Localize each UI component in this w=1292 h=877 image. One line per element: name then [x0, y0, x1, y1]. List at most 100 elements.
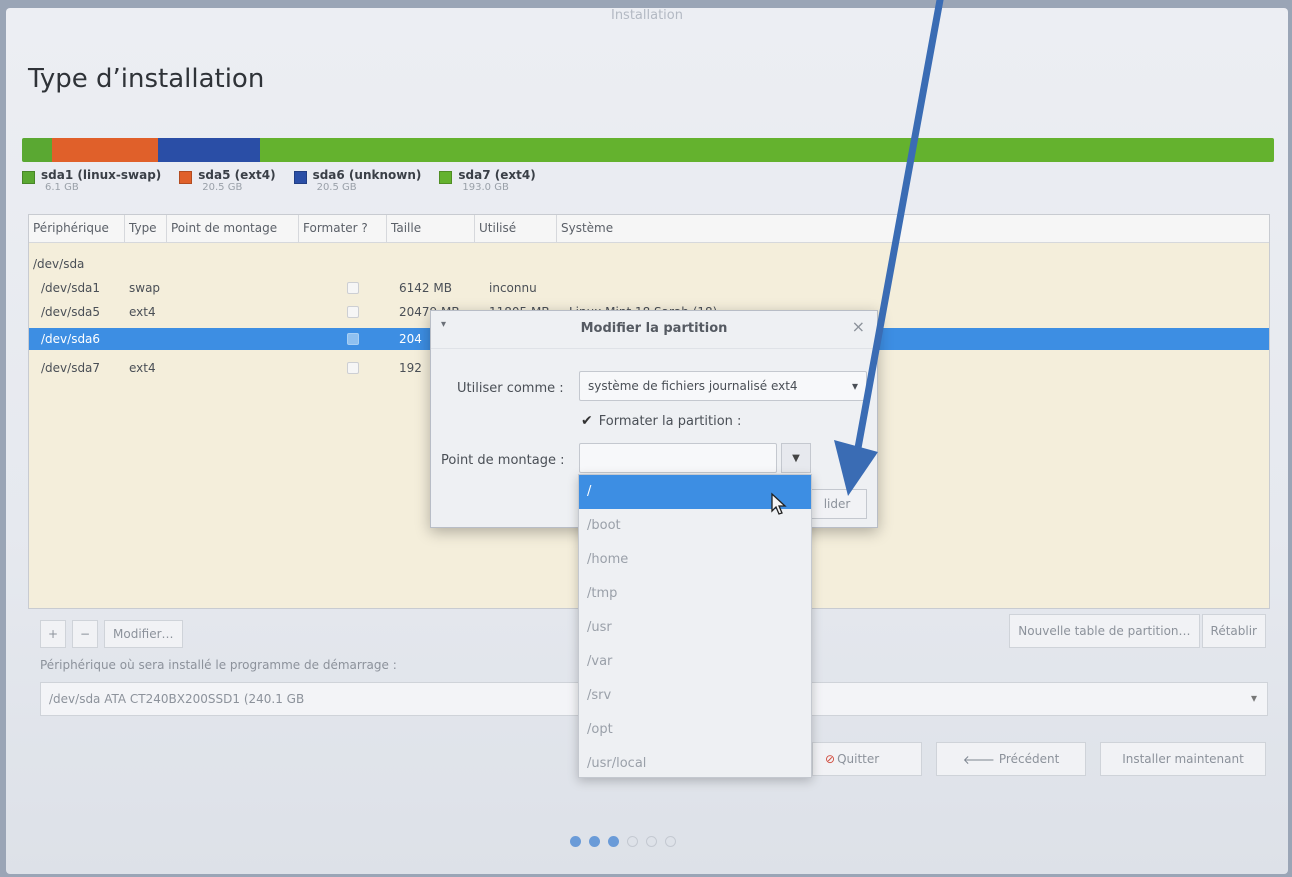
use-as-select[interactable]: système de fichiers journalisé ext4 ▾: [579, 371, 867, 401]
progress-dot-pending: [646, 836, 657, 847]
legend-size: 20.5 GB: [202, 182, 243, 193]
new-partition-table-button[interactable]: Nouvelle table de partition…: [1009, 614, 1200, 648]
mount-point-label: Point de montage :: [441, 453, 565, 468]
mount-option[interactable]: /tmp: [579, 577, 811, 611]
legend-item: sda7 (ext4) 193.0 GB: [439, 168, 536, 193]
progress-dot-done: [589, 836, 600, 847]
legend-name: sda1 (linux-swap): [41, 168, 162, 182]
format-checkbox[interactable]: [347, 362, 359, 374]
legend-item: sda5 (ext4) 20.5 GB: [179, 168, 276, 193]
legend-text: sda1 (linux-swap) 6.1 GB: [41, 168, 161, 193]
mount-point-input[interactable]: [579, 443, 777, 473]
legend-size: 193.0 GB: [462, 182, 509, 193]
arrow-left-icon: 🡐: [962, 752, 995, 767]
usage-segment: [22, 138, 53, 162]
col-format[interactable]: Formater ?: [299, 215, 387, 242]
progress-dot-pending: [665, 836, 676, 847]
legend-swatch: [22, 171, 35, 184]
type-cell: swap: [129, 281, 161, 295]
modify-partition-button[interactable]: Modifier…: [104, 620, 183, 648]
add-partition-button[interactable]: +: [40, 620, 66, 648]
table-actions: Nouvelle table de partition… Rétablir: [1009, 614, 1266, 648]
mount-point-dropdown-button[interactable]: ▼: [781, 443, 811, 473]
legend-swatch: [293, 171, 307, 184]
col-device[interactable]: Périphérique: [29, 215, 125, 242]
used-cell: inconnu: [489, 281, 537, 295]
size-cell: 6142 MB: [399, 281, 452, 295]
progress-dot-done: [608, 836, 619, 847]
mount-point-dropdown-list: / /boot /home /tmp /usr /var /srv /opt /…: [578, 474, 812, 778]
previous-button[interactable]: 🡐 Précédent: [936, 742, 1086, 776]
format-checkbox[interactable]: [347, 282, 359, 294]
type-cell: ext4: [129, 361, 156, 375]
partition-legend: sda1 (linux-swap) 6.1 GB sda5 (ext4) 20.5 G…: [22, 168, 536, 193]
size-cell: 204: [399, 332, 422, 346]
mount-option[interactable]: /usr: [579, 611, 811, 645]
mount-option[interactable]: /var: [579, 645, 811, 679]
previous-label: Précédent: [998, 752, 1060, 766]
mount-option[interactable]: /srv: [579, 679, 811, 713]
bootloader-value: /dev/sda ATA CT240BX200SSD1 (240.1 GB: [49, 692, 305, 706]
format-checkbox[interactable]: [347, 306, 359, 318]
quit-icon: ⊘: [825, 752, 836, 766]
partition-usage-bar: [22, 138, 1274, 162]
revert-button[interactable]: Rétablir: [1201, 614, 1266, 648]
window-title: Installation: [610, 8, 683, 23]
col-system[interactable]: Système: [557, 215, 1269, 242]
table-row[interactable]: /dev/sda: [29, 253, 1269, 275]
type-cell: ext4: [129, 305, 156, 319]
progress-dot-done: [570, 836, 581, 847]
col-type[interactable]: Type: [125, 215, 167, 242]
progress-dots: [570, 836, 676, 847]
install-now-button[interactable]: Installer maintenant: [1100, 742, 1266, 776]
chevron-down-icon: ▾: [851, 379, 858, 393]
usage-segment: [52, 138, 159, 162]
device-cell: /dev/sda1: [41, 281, 101, 295]
checkmark-icon: ✔: [581, 413, 593, 429]
legend-text: sda7 (ext4) 193.0 GB: [458, 168, 535, 193]
legend-text: sda5 (ext4) 20.5 GB: [198, 168, 275, 193]
format-partition-label: Formater la partition :: [598, 413, 742, 429]
legend-item: sda1 (linux-swap) 6.1 GB: [22, 168, 161, 193]
table-header: Périphérique Type Point de montage Forma…: [29, 215, 1269, 243]
bootloader-label: Périphérique où sera installé le program…: [40, 658, 397, 672]
legend-size: 20.5 GB: [316, 182, 357, 193]
device-cell: /dev/sda5: [41, 305, 101, 319]
quit-label: Quitter: [837, 752, 880, 766]
usage-segment: [259, 138, 1274, 162]
use-as-value: système de fichiers journalisé ext4: [588, 379, 798, 393]
validate-button[interactable]: lider: [807, 489, 867, 519]
legend-item: sda6 (unknown) 20.5 GB: [293, 168, 422, 193]
table-row[interactable]: /dev/sda1 swap 6142 MB inconnu: [29, 277, 1269, 299]
col-used[interactable]: Utilisé: [475, 215, 557, 242]
device-cell: /dev/sda: [33, 257, 85, 271]
mount-option[interactable]: /opt: [579, 713, 811, 747]
device-cell: /dev/sda6: [41, 332, 101, 346]
format-checkbox[interactable]: [347, 333, 359, 345]
legend-text: sda6 (unknown) 20.5 GB: [313, 168, 422, 193]
quit-button[interactable]: ⊘ Quitter: [812, 742, 922, 776]
mouse-cursor-icon: [771, 492, 787, 515]
partition-toolbar: + − Modifier…: [40, 620, 183, 648]
legend-swatch: [179, 171, 193, 184]
legend-size: 6.1 GB: [45, 182, 79, 193]
page-title: Type d’installation: [28, 64, 265, 94]
size-cell: 192: [399, 361, 422, 375]
legend-swatch: [439, 171, 453, 184]
mount-option[interactable]: /home: [579, 543, 811, 577]
close-icon[interactable]: ×: [852, 317, 865, 336]
navigation-buttons: ⊘ Quitter 🡐 Précédent Installer maintena…: [812, 742, 1266, 776]
dialog-titlebar: ▾ Modifier la partition ×: [431, 311, 877, 349]
legend-name: sda5 (ext4): [198, 168, 276, 182]
use-as-label: Utiliser comme :: [457, 381, 564, 396]
legend-name: sda7 (ext4): [458, 168, 536, 182]
legend-name: sda6 (unknown): [312, 168, 422, 182]
usage-segment: [158, 138, 260, 162]
mount-option[interactable]: /usr/local: [579, 747, 811, 781]
chevron-down-icon: ▼: [792, 452, 800, 464]
progress-dot-pending: [627, 836, 638, 847]
format-partition-checkbox[interactable]: ✔ Formater la partition :: [581, 413, 741, 429]
col-size[interactable]: Taille: [387, 215, 475, 242]
col-mount-point[interactable]: Point de montage: [167, 215, 299, 242]
remove-partition-button[interactable]: −: [72, 620, 98, 648]
